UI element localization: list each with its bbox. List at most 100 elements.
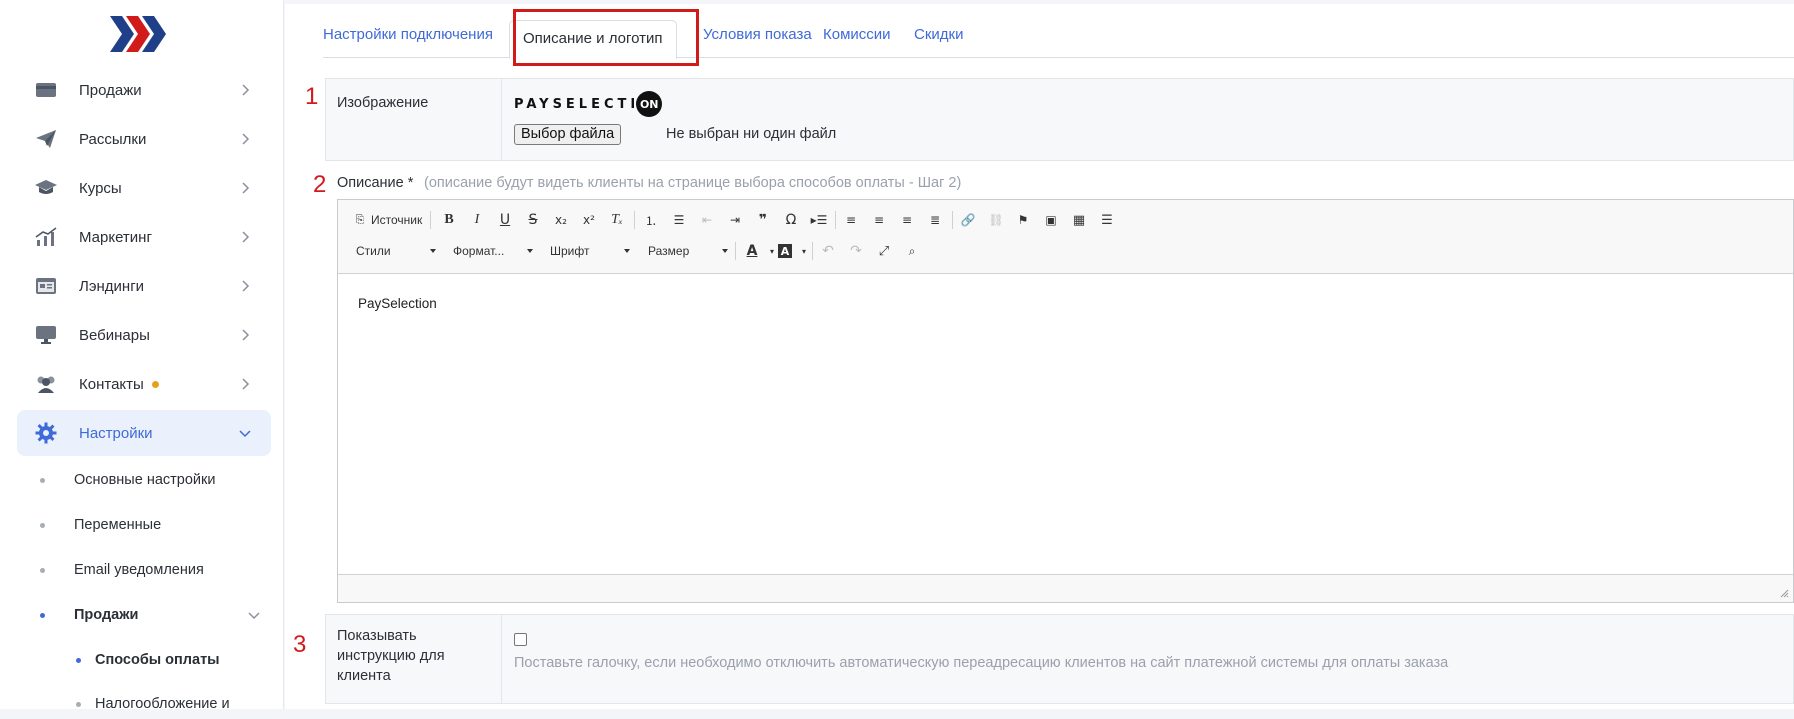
sidebar-item-landings[interactable]: Лэндинги [17, 263, 271, 309]
sidebar-item-label: Настройки [79, 424, 153, 442]
sidebar-item-courses[interactable]: Курсы [17, 165, 271, 211]
background-color-icon[interactable]: A [778, 244, 792, 258]
toolbar-separator [735, 242, 736, 260]
dropdown-arrow-icon[interactable]: ▾ [794, 241, 814, 261]
sidebar-item-contacts[interactable]: Контакты [17, 361, 271, 407]
sidebar-item-settings[interactable]: Настройки [17, 410, 271, 456]
sidebar-item-sales[interactable]: Продажи [17, 67, 271, 113]
annotation-highlight-box [513, 9, 699, 66]
special-char-icon[interactable]: Ω [781, 210, 801, 230]
bullet [40, 522, 45, 528]
link-icon[interactable]: 🔗 [958, 210, 978, 230]
annotation-number: 3 [293, 631, 307, 658]
sidebar-item-label: Маркетинг [79, 228, 152, 246]
div-container-icon[interactable]: ▸☰ [809, 210, 829, 230]
bullet [76, 701, 81, 707]
sidebar-item-marketing[interactable]: Маркетинг [17, 214, 271, 260]
image-icon[interactable]: ▣ [1041, 210, 1061, 230]
outdent-icon[interactable]: ⇤ [697, 210, 717, 230]
brand-logo[interactable] [108, 14, 172, 54]
annotation-number: 2 [313, 171, 327, 198]
show-instruction-label: Показывать инструкцию для клиента [337, 628, 445, 684]
font-dropdown[interactable]: Шрифт [550, 241, 630, 261]
sidebar-subitem-label: Способы оплаты [95, 652, 220, 668]
numbered-list-icon[interactable]: ⒈ [641, 210, 661, 230]
tab-display-conditions[interactable]: Условия показа [703, 26, 812, 43]
sidebar-subitem-general-settings[interactable]: Основные настройки [40, 465, 270, 495]
anchor-flag-icon[interactable]: ⚑ [1013, 210, 1033, 230]
bullet [40, 477, 45, 483]
toolbar-separator [835, 211, 836, 229]
superscript-icon[interactable]: x² [579, 210, 599, 230]
chevron-down-icon [248, 612, 260, 620]
chevron-right-icon [242, 133, 250, 145]
underline-icon[interactable]: U [495, 210, 515, 230]
editor-toolbar: ⎘ Источник B I U S x₂ x² Tₓ ⒈ ☰ ⇤ ⇥ ❞ Ω … [338, 200, 1793, 274]
editor-content[interactable]: PaySelection [338, 274, 1793, 574]
chevron-right-icon [242, 231, 250, 243]
sidebar-item-webinars[interactable]: Вебинары [17, 312, 271, 358]
strikethrough-icon[interactable]: S [523, 210, 543, 230]
tab-connection-settings[interactable]: Настройки подключения [323, 26, 493, 43]
bold-icon[interactable]: B [439, 210, 459, 230]
rich-text-editor[interactable]: ⎘ Источник B I U S x₂ x² Tₓ ⒈ ☰ ⇤ ⇥ ❞ Ω … [337, 199, 1794, 603]
sidebar-subitem-variables[interactable]: Переменные [40, 510, 270, 540]
table-icon[interactable]: ▦ [1069, 210, 1089, 230]
sidebar-item-mailings[interactable]: Рассылки [17, 116, 271, 162]
undo-icon[interactable]: ↶ [818, 241, 838, 261]
chevron-down-icon [239, 430, 251, 438]
sidebar-subitem-label: Продажи [74, 607, 139, 623]
remove-format-icon[interactable]: Tₓ [607, 210, 627, 230]
align-center-icon[interactable]: ≡ [869, 210, 889, 230]
format-dropdown[interactable]: Формат... [453, 241, 533, 261]
sidebar-item-label: Лэндинги [79, 277, 145, 295]
font-dropdown-label: Шрифт [550, 244, 590, 258]
text-color-icon[interactable]: A [742, 241, 762, 261]
maximize-icon[interactable]: ⤢ [874, 241, 894, 261]
sidebar-item-label: Контакты [79, 375, 144, 393]
chart-icon [33, 224, 59, 250]
show-instruction-checkbox[interactable] [514, 633, 527, 646]
editor-status-bar [338, 574, 1793, 602]
sidebar-item-label: Вебинары [79, 326, 150, 344]
chevron-right-icon [242, 329, 250, 341]
preview-icon[interactable]: ⌕ [902, 241, 922, 261]
align-justify-icon[interactable]: ≣ [925, 210, 945, 230]
tab-commissions[interactable]: Комиссии [823, 26, 891, 43]
bulleted-list-icon[interactable]: ☰ [669, 210, 689, 230]
bullet [40, 567, 45, 573]
dropdown-arrow-icon [430, 249, 436, 253]
sidebar-subitem-label: Основные настройки [74, 472, 216, 488]
source-icon[interactable]: ⎘ [350, 210, 370, 230]
format-dropdown-label: Формат... [453, 244, 505, 258]
align-left-icon[interactable]: ≡ [841, 210, 861, 230]
subscript-icon[interactable]: x₂ [551, 210, 571, 230]
sidebar-subitem-label: Переменные [74, 517, 162, 533]
indent-icon[interactable]: ⇥ [725, 210, 745, 230]
sidebar-subitem-taxation[interactable]: Налогообложение и [76, 689, 276, 719]
bullet [76, 657, 81, 663]
sidebar-subitem-email-notifications[interactable]: Email уведомления [40, 555, 270, 585]
align-right-icon[interactable]: ≡ [897, 210, 917, 230]
horizontal-line-icon[interactable]: ☰ [1097, 210, 1117, 230]
graduation-cap-icon [33, 175, 59, 201]
tab-discounts[interactable]: Скидки [914, 26, 963, 43]
resize-handle-icon[interactable] [1779, 588, 1789, 598]
italic-icon[interactable]: I [467, 210, 487, 230]
choose-file-button[interactable]: Выбор файла [514, 124, 622, 145]
toolbar-separator [634, 211, 635, 229]
sidebar-item-label: Рассылки [79, 130, 147, 148]
redo-icon[interactable]: ↷ [846, 241, 866, 261]
monitor-icon [33, 322, 59, 348]
size-dropdown-label: Размер [648, 244, 690, 258]
unlink-icon[interactable]: ⛓ [986, 210, 1006, 230]
description-hint: (описание будут видеть клиенты на страни… [424, 175, 962, 191]
styles-dropdown[interactable]: Стили [356, 241, 436, 261]
blockquote-icon[interactable]: ❞ [753, 210, 773, 230]
size-dropdown[interactable]: Размер [648, 241, 728, 261]
file-status: Не выбран ни один файл [666, 126, 837, 142]
toolbar-separator [952, 211, 953, 229]
sidebar-subitem-sales[interactable]: Продажи [40, 600, 270, 630]
source-button[interactable]: Источник [371, 213, 422, 227]
sidebar-subitem-payment-methods[interactable]: Способы оплаты [76, 645, 276, 675]
